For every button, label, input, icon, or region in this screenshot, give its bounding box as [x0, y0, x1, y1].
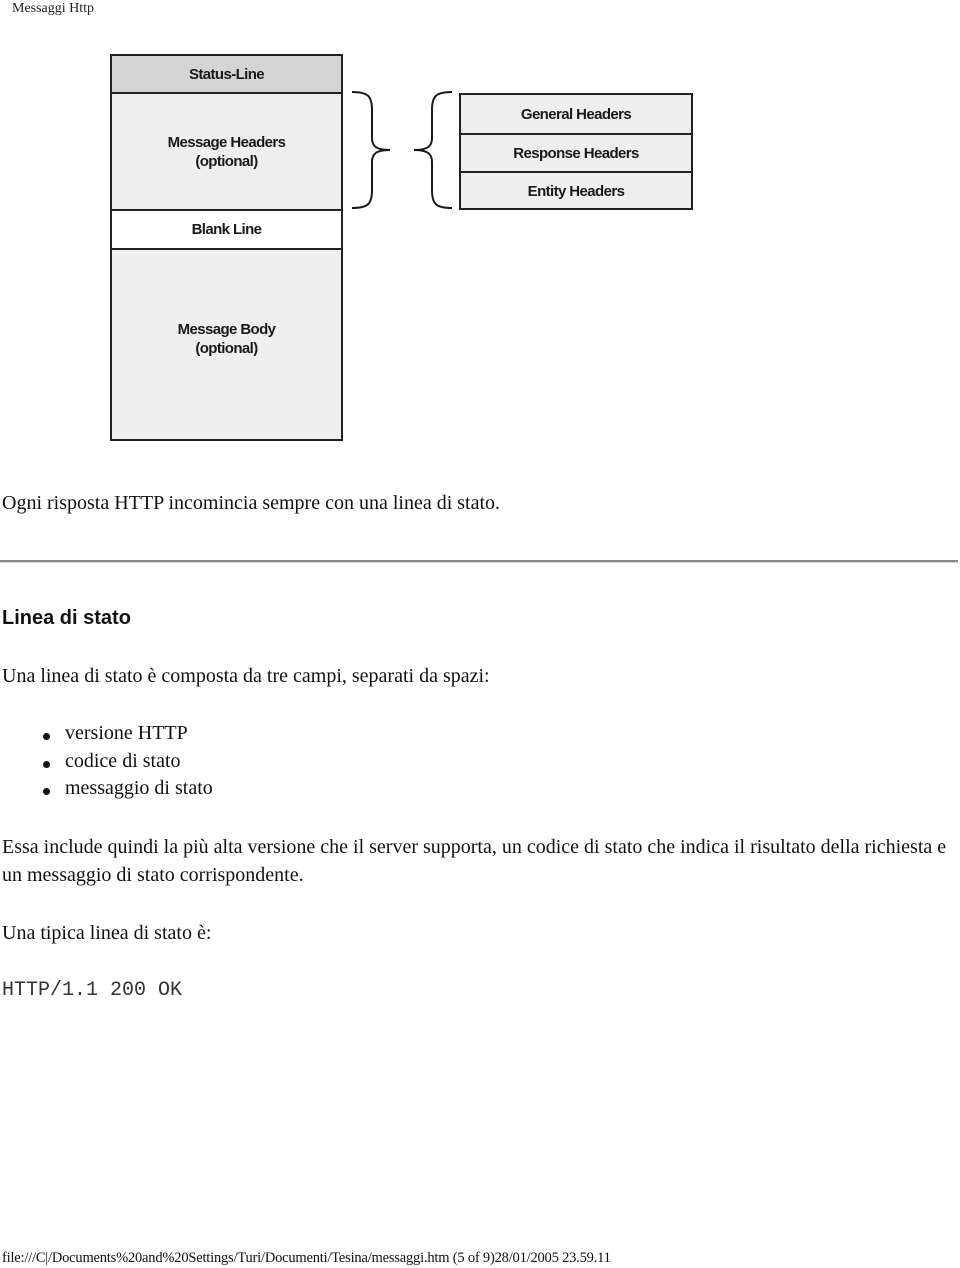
list-item: messaggio di stato [40, 775, 213, 803]
entity-headers-row: Entity Headers [461, 171, 691, 209]
message-body-segment: Message Body (optional) [112, 250, 341, 439]
explanation-paragraph: Essa include quindi la più alta versione… [2, 836, 947, 886]
intro-paragraph: Ogni risposta HTTP incomincia sempre con… [2, 492, 501, 514]
blank-line-segment: Blank Line [112, 211, 341, 250]
bullet-icon [43, 788, 50, 795]
closing-brace-icon [351, 91, 391, 209]
message-headers-segment: Message Headers (optional) [112, 94, 341, 211]
list-item-text: messaggio di stato [65, 777, 213, 799]
status-line-fields-list: versione HTTP codice di stato messaggio … [40, 720, 213, 803]
blank-line-label: Blank Line [191, 221, 262, 238]
message-headers-label: Message Headers [167, 133, 286, 151]
horizontal-rule [0, 560, 958, 563]
list-item: codice di stato [40, 748, 213, 776]
lead-paragraph: Una linea di stato è composta da tre cam… [2, 665, 490, 687]
http-response-diagram: Status-Line Message Headers (optional) B… [0, 0, 960, 460]
example-status-line-code: HTTP/1.1 200 OK [2, 979, 183, 1002]
general-headers-row: General Headers [520, 105, 632, 123]
header-types-box: General Headers Response Headers Entity … [459, 93, 693, 210]
status-line-segment: Status-Line [112, 56, 341, 94]
example-label: Una tipica linea di stato è: [2, 922, 212, 944]
message-body-optional-label: (optional) [195, 339, 258, 357]
message-headers-optional-label: (optional) [195, 152, 258, 170]
list-item-text: codice di stato [65, 749, 181, 772]
status-line-label: Status-Line [188, 65, 265, 83]
bullet-icon [43, 733, 50, 740]
response-message-structure: Status-Line Message Headers (optional) B… [110, 54, 343, 441]
message-body-label: Message Body [177, 320, 276, 338]
opening-brace-icon [413, 91, 453, 209]
response-headers-row: Response Headers [461, 133, 691, 171]
list-item: versione HTTP [40, 720, 213, 748]
page-footer-url: file:///C|/Documents%20and%20Settings/Tu… [2, 1250, 611, 1266]
section-heading: Linea di stato [2, 607, 131, 629]
bullet-icon [43, 760, 50, 768]
list-item-text: versione HTTP [65, 722, 188, 744]
